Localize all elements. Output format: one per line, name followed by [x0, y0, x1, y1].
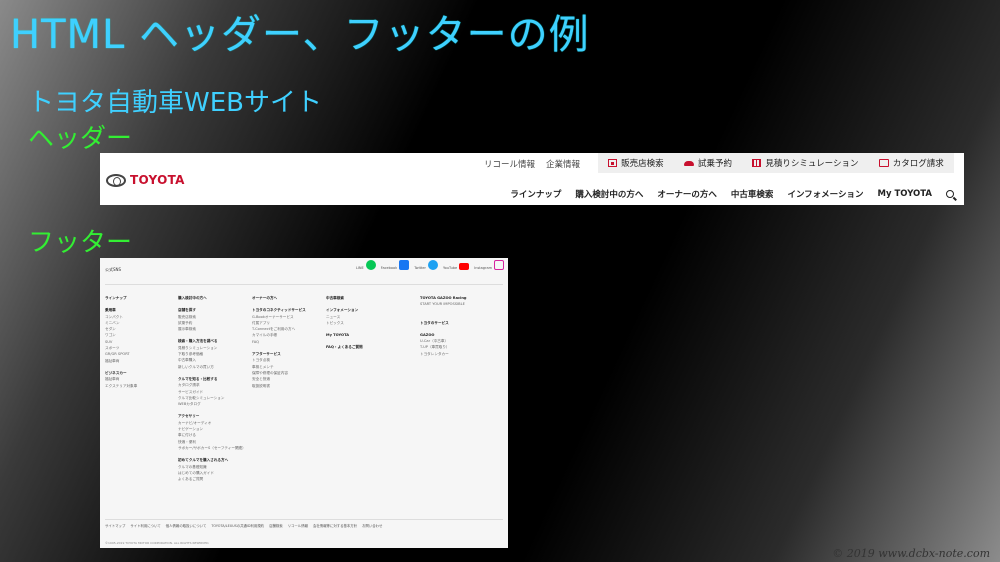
sns-instagram[interactable]: Instagram	[474, 260, 504, 270]
test-drive-label: 試乗予約	[697, 159, 732, 169]
footer-bottom-link[interactable]: 店舗検索	[269, 523, 283, 528]
sns-facebook[interactable]: Facebook	[380, 260, 410, 270]
twitter-icon	[427, 260, 438, 270]
nav-information[interactable]: インフォメーション	[787, 188, 863, 200]
sns-instagram-label: Instagram	[474, 266, 492, 270]
calculator-icon	[752, 159, 762, 167]
footer-link[interactable]: トヨタレンタカー	[420, 351, 504, 357]
toyota-emblem-icon	[106, 173, 126, 187]
footer-divider-top	[105, 284, 503, 285]
catalog-request-link[interactable]: カタログ請求	[878, 157, 944, 169]
shop-icon	[608, 159, 618, 167]
youtube-icon	[459, 263, 470, 270]
sns-youtube[interactable]: YouTube	[442, 263, 470, 270]
section-title: トヨタ自動車WEBサイト	[28, 88, 322, 118]
nav-used-car[interactable]: 中古車検索	[731, 188, 774, 200]
footer-bottom-link[interactable]: リコール情報	[288, 523, 308, 528]
sns-twitter[interactable]: Twitter	[414, 260, 438, 270]
footer-link[interactable]: よくあるご質問	[178, 476, 250, 482]
footer-divider-bottom	[105, 519, 503, 520]
line-icon	[365, 260, 376, 270]
footer-heading[interactable]: FAQ・よくあるご質問	[326, 344, 398, 350]
footer-link[interactable]: サポカー/サポカーS（セーフティー関連）	[178, 445, 250, 451]
dealer-search-label: 販売店検索	[621, 159, 664, 169]
nav-my-toyota[interactable]: My TOYOTA	[878, 189, 932, 199]
footer-label: フッター	[28, 228, 133, 258]
footer-col-owner: オーナーの方へ トヨタのコネクティッドサービス G-Bookオーナーサービス 付属アプ…	[252, 295, 324, 389]
footer-bottom-link[interactable]: TOYOTA/LEXUSの共通ID利用規約	[211, 523, 264, 528]
footer-bottom-link[interactable]: お問い合わせ	[362, 523, 382, 528]
footer-link[interactable]: 取扱説明書	[252, 383, 324, 389]
copyright: ©1995-2019 TOYOTA MOTOR CORPORATION. ALL…	[105, 541, 210, 545]
test-drive-link[interactable]: 試乗予約	[683, 157, 732, 169]
footer-bottom-links: サイトマップ サイト利用について 個人情報の取扱いについて TOYOTA/LEX…	[105, 523, 382, 528]
sns-youtube-label: YouTube	[442, 266, 458, 270]
toyota-logo[interactable]: TOYOTA	[106, 173, 185, 187]
footer-bottom-link[interactable]: 個人情報の取扱いについて	[166, 523, 207, 528]
main-nav: ラインナップ 購入検討中の方へ オーナーの方へ 中古車検索 インフォメーション …	[510, 188, 954, 200]
sns-links: LINE Facebook Twitter YouTube Instagram	[356, 260, 504, 270]
slide-title: HTML ヘッダー、フッターの例	[10, 12, 590, 58]
corporate-info-link[interactable]: 企業情報	[546, 158, 580, 170]
footer-col-services: TOYOTA GAZOO Racing START YOUR IMPOSSIBLE…	[420, 295, 504, 357]
recall-info-link[interactable]: リコール情報	[484, 158, 535, 170]
search-icon[interactable]	[946, 190, 954, 198]
catalog-icon	[878, 159, 889, 167]
sns-line[interactable]: LINE	[356, 260, 376, 270]
dealer-search-link[interactable]: 販売店検索	[608, 157, 664, 169]
car-icon	[683, 160, 694, 166]
sns-twitter-label: Twitter	[414, 266, 426, 270]
sns-facebook-label: Facebook	[380, 266, 398, 270]
header-label: ヘッダー	[28, 124, 133, 154]
instagram-icon	[494, 260, 504, 270]
catalog-label: カタログ請求	[892, 159, 944, 169]
sns-line-label: LINE	[355, 266, 364, 270]
footer-bottom-link[interactable]: 会社情報等に対する基本方針	[313, 523, 357, 528]
nav-owner[interactable]: オーナーの方へ	[657, 188, 717, 200]
footer-col-purchase: 購入検討中の方へ 店舗を探す 販売店検索 試乗予約 展示車検索 検索・購入方法を調べる 見積…	[178, 295, 250, 482]
footer-link[interactable]: エクステリア対象車	[105, 383, 177, 389]
nav-purchase[interactable]: 購入検討中の方へ	[575, 188, 643, 200]
nav-lineup[interactable]: ラインナップ	[510, 188, 561, 200]
watermark: © 2019 www.dcbx-note.com	[832, 547, 990, 560]
logo-text: TOYOTA	[130, 173, 185, 187]
utility-box: 販売店検索 試乗予約 見積りシミュレーション カタログ請求	[598, 153, 954, 173]
sns-label: 公式SNS	[105, 267, 122, 272]
footer-col-lineup: ラインナップ 乗用車 コンパクト ミニバン セダン ワゴン SUV スポーツ GR/GR SPO…	[105, 295, 177, 389]
estimate-simulation-link[interactable]: 見積りシミュレーション	[752, 157, 858, 169]
site-header-example: TOYOTA リコール情報 企業情報 販売店検索 試乗予約 見積りシミュレーショ…	[100, 153, 964, 205]
facebook-icon	[399, 260, 410, 270]
footer-bottom-link[interactable]: サイト利用について	[130, 523, 160, 528]
footer-bottom-link[interactable]: サイトマップ	[105, 523, 125, 528]
site-footer-example: 公式SNS LINE Facebook Twitter YouTube Inst…	[100, 258, 508, 548]
footer-col-info: 中古車検索 インフォメーション ニュース トピックス My TOYOTA FAQ・よくある…	[326, 295, 398, 351]
estimate-label: 見積りシミュレーション	[765, 159, 859, 169]
